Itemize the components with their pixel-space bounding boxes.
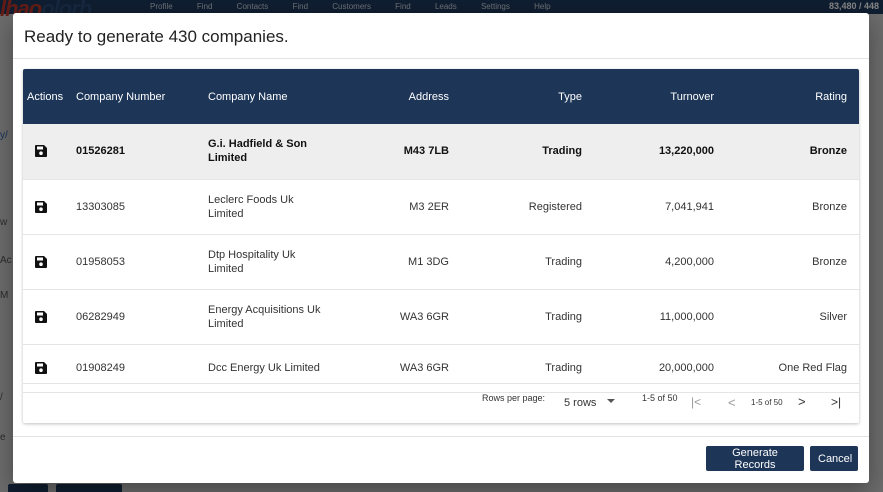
- company-type: Trading: [542, 145, 582, 158]
- column-header-address[interactable]: Address: [344, 69, 461, 124]
- column-header-type[interactable]: Type: [461, 69, 594, 124]
- company-turnover: 7,041,941: [665, 200, 714, 213]
- company-turnover: 13,220,000: [658, 145, 714, 158]
- company-number: 01526281: [76, 145, 125, 158]
- generate-records-button[interactable]: Generate Records: [706, 446, 804, 471]
- save-icon[interactable]: [35, 362, 47, 375]
- company-number: 01958053: [76, 255, 125, 268]
- column-header-actions[interactable]: Actions: [23, 69, 76, 124]
- save-icon[interactable]: [35, 145, 47, 158]
- company-rating: Silver: [819, 310, 847, 323]
- column-header-rating[interactable]: Rating: [726, 69, 859, 124]
- column-header-turnover[interactable]: Turnover: [594, 69, 726, 124]
- companies-table: Actions Company Number Company Name Addr…: [23, 69, 859, 393]
- save-icon[interactable]: [35, 255, 47, 268]
- company-address: M1 3DG: [408, 255, 449, 268]
- cancel-button[interactable]: Cancel: [810, 446, 858, 471]
- company-address: WA3 6GR: [399, 310, 449, 323]
- next-page-button[interactable]: >: [798, 394, 806, 409]
- actions-cell: [23, 234, 76, 289]
- save-icon[interactable]: [35, 310, 47, 323]
- rows-per-page-select[interactable]: 5 rows: [564, 397, 596, 409]
- previous-page-button[interactable]: <: [728, 395, 736, 410]
- actions-cell: [23, 124, 76, 179]
- company-name: Energy Acquisitions Uk Limited: [208, 303, 321, 330]
- dialog-title: Ready to generate 430 companies.: [24, 27, 289, 46]
- company-number: 06282949: [76, 310, 125, 323]
- company-rating: Bronze: [809, 145, 847, 158]
- table-row[interactable]: 01958053 Dtp Hospitality Uk Limited M1 3…: [23, 234, 859, 289]
- company-name: Leclerc Foods Uk Limited: [208, 193, 294, 220]
- company-name: G.i. Hadfield & Son Limited: [208, 138, 308, 165]
- page-range: 1-5 of 50: [642, 393, 678, 403]
- table-row[interactable]: 13303085 Leclerc Foods Uk Limited M3 2ER…: [23, 179, 859, 234]
- chevron-down-icon[interactable]: [607, 399, 615, 403]
- company-type: Trading: [545, 255, 582, 268]
- company-rating: Bronze: [812, 200, 847, 213]
- column-header-company-name[interactable]: Company Name: [194, 69, 344, 124]
- column-header-company-number[interactable]: Company Number: [76, 69, 194, 124]
- actions-cell: [23, 179, 76, 234]
- companies-table-card: Actions Company Number Company Name Addr…: [23, 69, 859, 423]
- company-address: M3 2ER: [409, 200, 449, 213]
- table-pagination: Rows per page: 5 rows 1-5 of 50 |< < 1-5…: [23, 383, 859, 423]
- divider: [13, 58, 869, 59]
- save-icon[interactable]: [35, 200, 47, 213]
- actions-cell: [23, 289, 76, 344]
- page-range-small: 1-5 of 50: [751, 398, 783, 407]
- company-turnover: 4,200,000: [665, 255, 714, 268]
- company-rating: Bronze: [812, 255, 847, 268]
- table-row[interactable]: 01526281 G.i. Hadfield & Son Limited M43…: [23, 124, 859, 179]
- generate-dialog: Ready to generate 430 companies. Actions…: [13, 13, 869, 483]
- first-page-button[interactable]: |<: [691, 395, 701, 409]
- table-header-row: Actions Company Number Company Name Addr…: [23, 69, 859, 124]
- company-type: Registered: [528, 200, 582, 213]
- company-address: M43 7LB: [403, 145, 449, 158]
- company-turnover: 11,000,000: [659, 310, 714, 323]
- rows-per-page-label: Rows per page:: [482, 393, 546, 403]
- company-number: 13303085: [76, 200, 125, 213]
- table-row[interactable]: 06282949 Energy Acquisitions Uk Limited …: [23, 289, 859, 344]
- divider: [13, 436, 869, 437]
- company-name: Dtp Hospitality Uk Limited: [208, 248, 296, 275]
- last-page-button[interactable]: >|: [831, 395, 841, 409]
- company-type: Trading: [545, 310, 582, 323]
